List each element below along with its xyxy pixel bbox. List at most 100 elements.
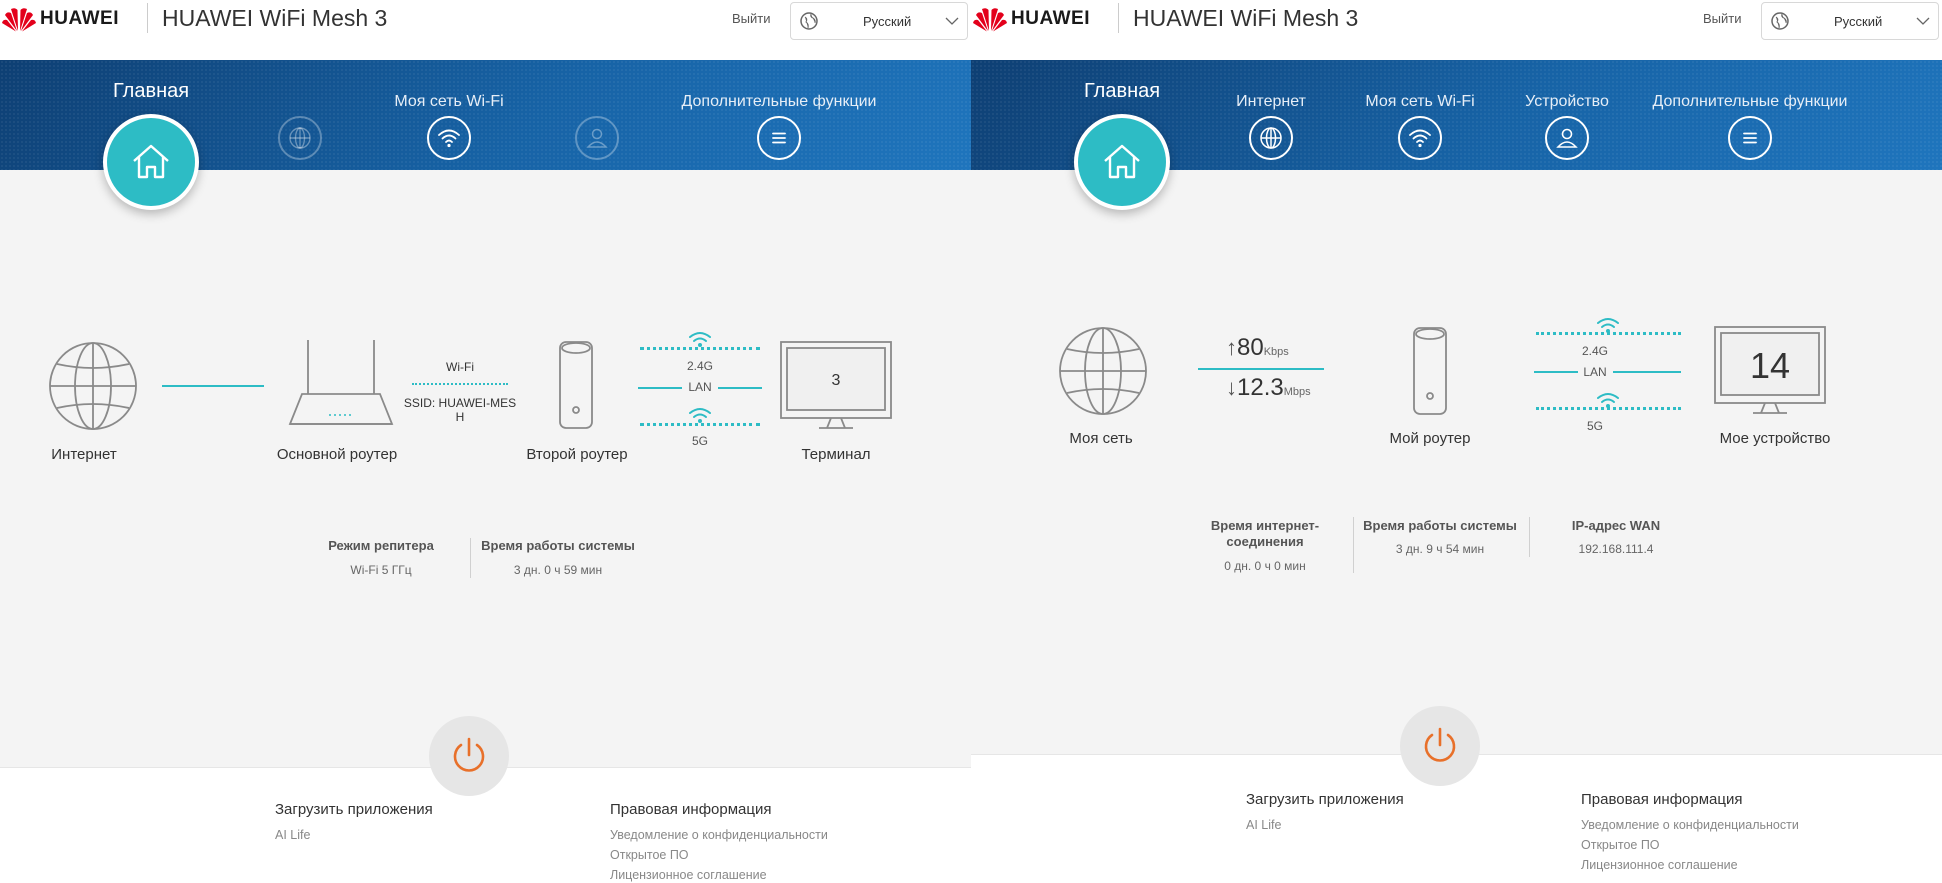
repeater-mode-value: Wi-Fi 5 ГГц <box>350 563 412 577</box>
nav-more-icon[interactable] <box>757 116 801 160</box>
power-button[interactable] <box>429 716 509 796</box>
left-panel: HUAWEI HUAWEI WiFi Mesh 3 Выйти Русский … <box>0 0 971 883</box>
download-value: 12.3 <box>1237 374 1284 401</box>
repeater-mode-title: Режим репитера <box>328 538 434 553</box>
huawei-logo: HUAWEI <box>2 6 119 32</box>
license-link[interactable]: Лицензионное соглашение <box>1581 858 1738 872</box>
language-value: Русский <box>1834 14 1883 29</box>
terminal-count[interactable]: 3 <box>832 372 841 390</box>
home-icon <box>1104 144 1140 179</box>
wifi-icon <box>689 408 711 423</box>
my-device-label: Мое устройство <box>1719 430 1831 447</box>
lan-label: LAN <box>1583 365 1607 379</box>
logout-link[interactable]: Выйти <box>1703 11 1742 26</box>
internet-connection-time-title-line2: соединения <box>1226 534 1304 549</box>
lan-line-right <box>1613 371 1681 373</box>
menu-icon <box>1743 132 1757 144</box>
my-router-label: Мой роутер <box>1389 430 1471 447</box>
band-5-label: 5G <box>1586 419 1604 433</box>
connection-line <box>162 385 264 387</box>
product-title: HUAWEI WiFi Mesh 3 <box>162 5 388 31</box>
lan-line-left <box>638 387 682 389</box>
second-router-label: Второй роутер <box>526 446 628 463</box>
nav-device-label[interactable]: Устройство <box>1525 93 1609 111</box>
nav-wifi-label[interactable]: Моя сеть Wi-Fi <box>1365 93 1474 111</box>
wan-ip-value: 192.168.111.4 <box>1578 542 1654 556</box>
nav-wifi-icon[interactable] <box>1398 116 1442 160</box>
product-title: HUAWEI WiFi Mesh 3 <box>1133 5 1359 31</box>
nav-wifi-label[interactable]: Моя сеть Wi-Fi <box>394 93 503 111</box>
upload-unit: Kbps <box>1263 346 1289 358</box>
nav-more-icon[interactable] <box>1728 116 1772 160</box>
brand-name: HUAWEI <box>40 8 119 29</box>
speed-line <box>1198 368 1324 370</box>
power-button[interactable] <box>1400 706 1480 786</box>
wan-ip-title: IP-адрес WAN <box>1571 518 1661 533</box>
privacy-link[interactable]: Уведомление о конфиденциальности <box>610 828 828 842</box>
ai-life-link[interactable]: AI Life <box>1246 818 1281 832</box>
nav-internet-label[interactable]: Интернет <box>1236 93 1306 111</box>
license-link[interactable]: Лицензионное соглашение <box>610 868 767 882</box>
band-5-dotted-line <box>640 423 760 426</box>
nav-home-label[interactable]: Главная <box>1084 80 1160 103</box>
lan-line-left <box>1534 371 1578 373</box>
divider <box>1118 3 1119 33</box>
my-network-label: Моя сеть <box>1069 430 1133 447</box>
home-icon <box>133 144 169 179</box>
nav-internet-icon[interactable] <box>1249 116 1293 160</box>
internet-connection-time-title: Время интернет- соединения <box>1195 518 1335 550</box>
my-router-icon[interactable] <box>1412 326 1448 416</box>
top-bar: HUAWEI HUAWEI WiFi Mesh 3 Выйти Русский <box>971 0 1942 60</box>
arrow-down-icon: ↓ <box>1226 375 1237 400</box>
huawei-logo: HUAWEI <box>973 6 1090 32</box>
uptime-title: Время работы системы <box>481 538 635 553</box>
language-select[interactable]: Русский <box>1761 2 1939 40</box>
privacy-link[interactable]: Уведомление о конфиденциальности <box>1581 818 1799 832</box>
upload-speed: ↑80Kbps <box>1226 334 1289 362</box>
apps-title: Загрузить приложения <box>1246 791 1404 808</box>
huawei-petal-icon <box>2 8 36 32</box>
nav-home-button[interactable] <box>1074 114 1170 210</box>
my-network-globe-icon[interactable] <box>1057 325 1149 417</box>
nav-wifi-icon[interactable] <box>427 116 471 160</box>
power-icon <box>453 737 485 772</box>
wifi-label: Wi-Fi <box>446 360 474 374</box>
band-24-dotted-line <box>1536 332 1681 335</box>
globe-icon <box>1771 12 1789 30</box>
upload-value: 80 <box>1237 334 1264 361</box>
lan-label: LAN <box>688 380 712 394</box>
open-source-link[interactable]: Открытое ПО <box>1581 838 1660 852</box>
globe-icon <box>800 12 818 30</box>
divider <box>147 3 148 33</box>
ssid-label: SSID: HUAWEI-MESH <box>403 396 517 424</box>
right-panel: HUAWEI HUAWEI WiFi Mesh 3 Выйти Русский … <box>971 0 1942 883</box>
stat-divider <box>1529 517 1530 557</box>
band-24-dotted-line <box>640 347 760 350</box>
download-speed: ↓12.3Mbps <box>1226 374 1311 402</box>
open-source-link[interactable]: Открытое ПО <box>610 848 689 862</box>
ai-life-link[interactable]: AI Life <box>275 828 310 842</box>
nav-internet-icon <box>278 116 322 160</box>
device-count[interactable]: 14 <box>1750 345 1790 387</box>
logout-link[interactable]: Выйти <box>732 11 771 26</box>
language-select[interactable]: Русский <box>790 2 968 40</box>
nav-more-label[interactable]: Дополнительные функции <box>682 93 877 111</box>
main-router-icon <box>288 340 394 425</box>
user-icon <box>1556 128 1578 148</box>
internet-globe-icon <box>49 342 137 430</box>
brand-name: HUAWEI <box>1011 8 1090 29</box>
huawei-petal-icon <box>973 8 1007 32</box>
chevron-down-icon <box>1916 17 1930 25</box>
wifi-dotted-line <box>412 383 508 385</box>
user-icon <box>586 128 608 148</box>
nav-device-icon[interactable] <box>1545 116 1589 160</box>
nav-more-label[interactable]: Дополнительные функции <box>1653 93 1848 111</box>
wifi-icon <box>1409 129 1431 148</box>
power-icon <box>1424 727 1456 762</box>
uptime-value: 3 дн. 0 ч 59 мин <box>513 563 603 577</box>
lan-line-right <box>718 387 762 389</box>
nav-home-label[interactable]: Главная <box>113 80 189 103</box>
arrow-up-icon: ↑ <box>1226 335 1237 360</box>
nav-home-button[interactable] <box>103 114 199 210</box>
uptime-title: Время работы системы <box>1363 518 1517 533</box>
